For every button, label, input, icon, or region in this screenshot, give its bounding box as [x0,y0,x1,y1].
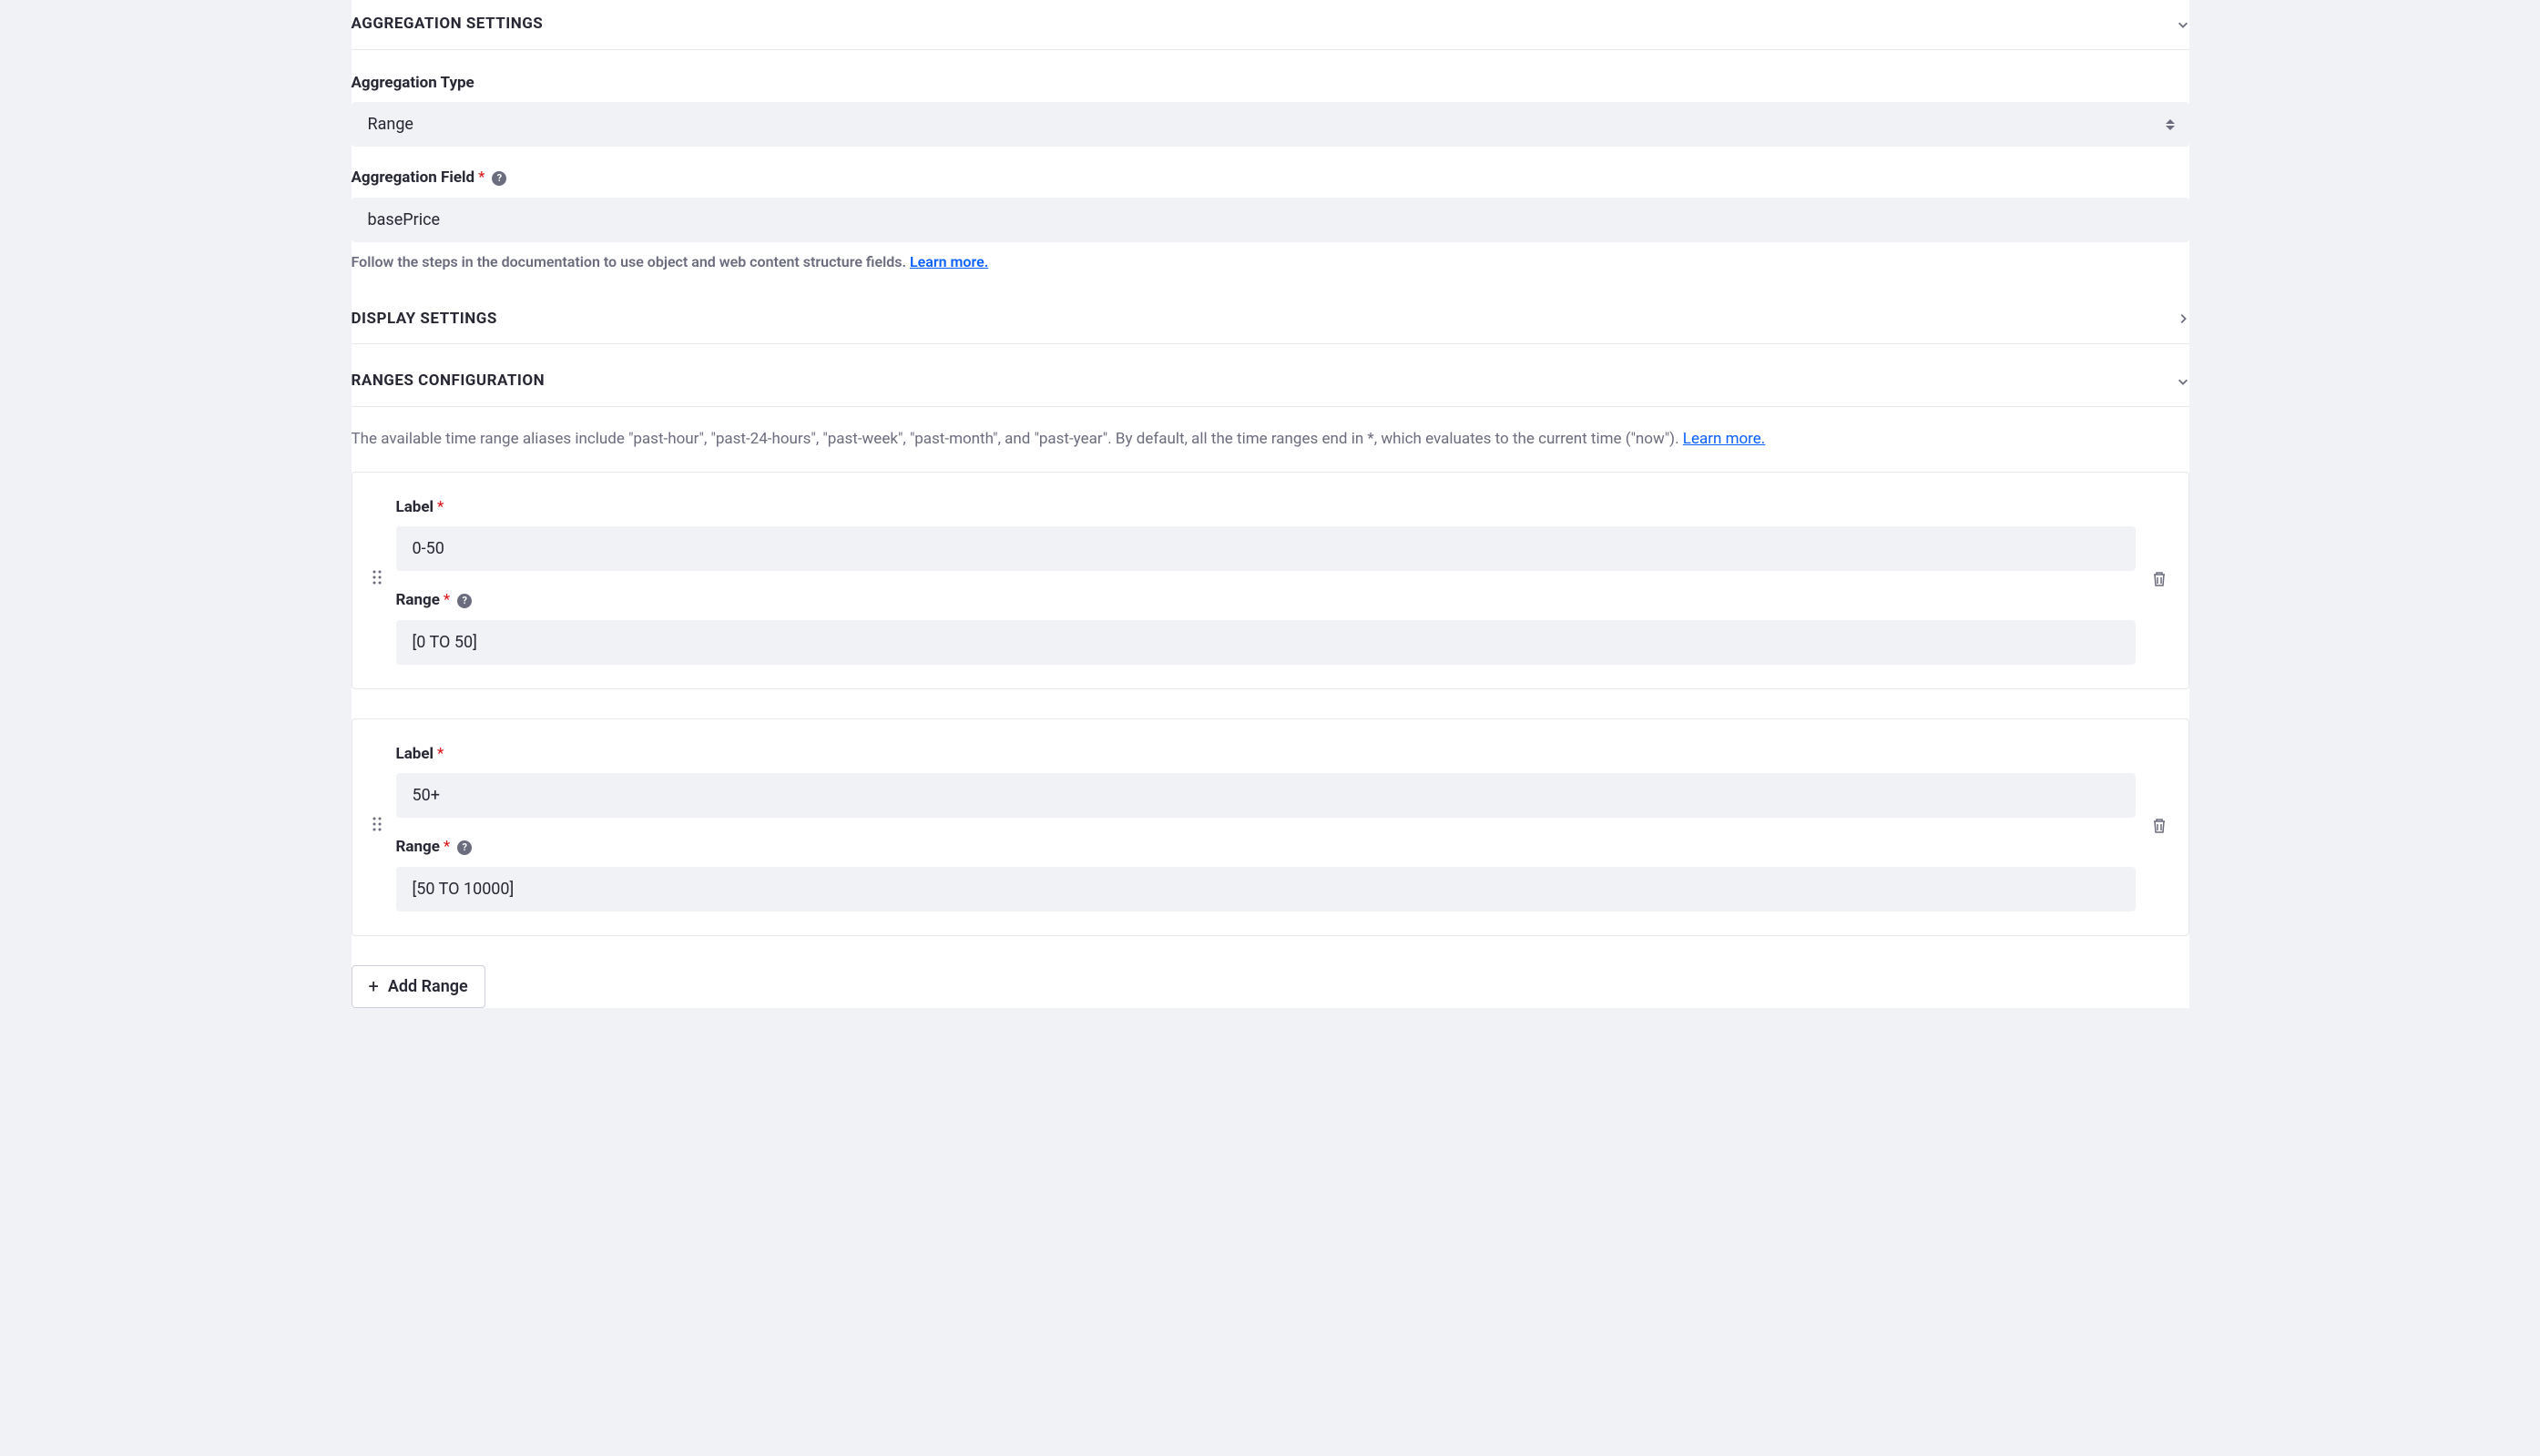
chevron-down-icon [2177,18,2189,31]
display-settings-header[interactable]: DISPLAY SETTINGS [352,295,2189,345]
trash-icon [2152,818,2167,834]
aggregation-field-help: Follow the steps in the documentation to… [352,251,2189,273]
aggregation-settings-title: AGGREGATION SETTINGS [352,13,544,36]
range-item: Label * Range * ? [352,718,2189,936]
aggregation-learn-more-link[interactable]: Learn more. [910,253,988,270]
help-icon[interactable]: ? [457,840,472,855]
required-mark: * [444,836,450,860]
range-label-label: Label * [396,496,2136,520]
aggregation-type-label: Aggregation Type [352,72,2189,96]
range-label-input[interactable] [396,773,2136,818]
aggregation-type-select[interactable]: Range [352,102,2189,147]
add-range-button[interactable]: + Add Range [352,965,485,1008]
aggregation-settings-body: Aggregation Type Range Aggregation Field… [352,50,2189,295]
required-mark: * [437,743,444,767]
ranges-learn-more-link[interactable]: Learn more. [1683,430,1766,448]
range-value-input[interactable] [396,867,2136,911]
add-range-label: Add Range [388,977,468,996]
ranges-config-header[interactable]: RANGES CONFIGURATION [352,357,2189,407]
delete-range-button[interactable] [2147,565,2172,596]
required-mark: * [444,589,450,613]
aggregation-settings-header[interactable]: AGGREGATION SETTINGS [352,0,2189,50]
drag-handle-icon[interactable] [369,812,385,841]
display-settings-title: DISPLAY SETTINGS [352,308,497,331]
required-mark: * [437,496,444,520]
ranges-description: The available time range aliases include… [352,407,2189,472]
plus-icon: + [369,977,379,995]
help-icon[interactable]: ? [492,171,506,186]
range-value-input[interactable] [396,620,2136,665]
delete-range-button[interactable] [2147,812,2172,842]
required-mark: * [478,167,485,190]
aggregation-field-label: Aggregation Field * ? [352,167,2189,190]
range-label-label: Label * [396,743,2136,767]
range-item: Label * Range * ? [352,472,2189,689]
range-label-input[interactable] [396,526,2136,571]
trash-icon [2152,571,2167,587]
range-range-label: Range * ? [396,589,2136,613]
help-icon[interactable]: ? [457,594,472,608]
chevron-down-icon [2177,375,2189,388]
aggregation-field-input[interactable] [352,198,2189,242]
drag-handle-icon[interactable] [369,565,385,595]
chevron-right-icon [2177,312,2189,325]
ranges-config-title: RANGES CONFIGURATION [352,370,546,393]
range-range-label: Range * ? [396,836,2136,860]
